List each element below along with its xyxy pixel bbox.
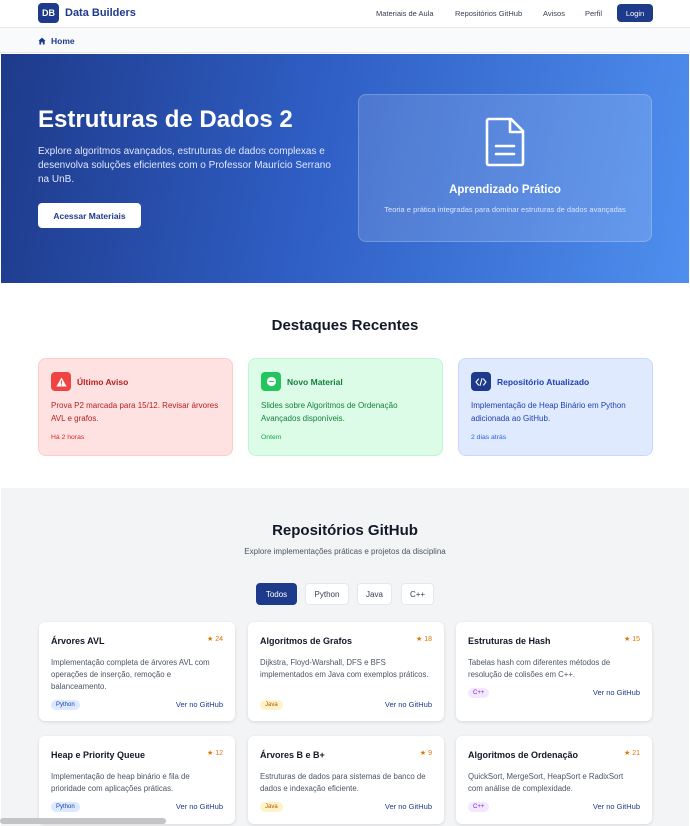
highlight-title: Novo Material xyxy=(287,377,343,387)
highlight-card-aviso[interactable]: Último Aviso Prova P2 marcada para 15/12… xyxy=(38,358,233,456)
hero-card-title: Aprendizado Prático xyxy=(449,184,561,196)
highlights-title: Destaques Recentes xyxy=(271,317,419,334)
star-icon: ★ xyxy=(206,636,214,643)
repo-description: Implementação de heap binário e fila de … xyxy=(51,772,190,793)
highlight-time: 2 dias atrás xyxy=(471,434,507,441)
login-button[interactable]: Login xyxy=(617,4,653,22)
brand-name[interactable]: Data Builders xyxy=(65,7,136,19)
highlight-time: Ontem xyxy=(261,434,282,441)
repo-star-count: 21 xyxy=(632,750,640,757)
highlight-description: Implementação de Heap Binário em Python … xyxy=(471,401,626,423)
logo-badge[interactable]: DB xyxy=(38,3,59,23)
filter-cpp[interactable]: C++ xyxy=(401,583,434,605)
github-link[interactable]: Ver no GitHub xyxy=(593,802,640,811)
highlight-title: Repositório Atualizado xyxy=(497,377,590,387)
github-link[interactable]: Ver no GitHub xyxy=(593,688,640,697)
repo-description: QuickSort, MergeSort, HeapSort e RadixSo… xyxy=(468,772,624,793)
code-icon xyxy=(471,372,491,391)
star-icon: ★ xyxy=(623,636,631,643)
highlight-description: Prova P2 marcada para 15/12. Revisar árv… xyxy=(51,401,219,423)
language-tag: Java xyxy=(260,700,283,710)
chat-bubble-icon xyxy=(261,372,281,391)
github-link[interactable]: Ver no GitHub xyxy=(176,700,223,709)
repo-name: Heap e Priority Queue xyxy=(51,750,146,760)
highlight-title: Último Aviso xyxy=(77,377,129,387)
hero-description: Explore algoritmos avançados, estruturas… xyxy=(38,146,331,185)
home-icon xyxy=(38,37,46,45)
star-icon: ★ xyxy=(206,750,214,757)
repo-stars: ★ 24 xyxy=(207,635,223,643)
repo-star-count: 12 xyxy=(215,750,223,757)
repo-card[interactable]: Algoritmos de Ordenação ★ 21 QuickSort, … xyxy=(456,736,652,824)
repo-name: Árvores B e B+ xyxy=(260,750,325,760)
repo-name: Estruturas de Hash xyxy=(468,636,551,646)
repo-card[interactable]: Árvores AVL ★ 24 Implementação completa … xyxy=(39,622,235,721)
repo-card[interactable]: Heap e Priority Queue ★ 12 Implementação… xyxy=(39,736,235,824)
language-tag: C++ xyxy=(468,802,490,812)
repo-stars: ★ 21 xyxy=(624,749,640,757)
repo-stars: ★ 12 xyxy=(207,749,223,757)
repo-stars: ★ 18 xyxy=(416,635,432,643)
nav-link-perfil[interactable]: Perfil xyxy=(585,9,602,18)
repo-star-count: 9 xyxy=(428,750,432,757)
language-tag: C++ xyxy=(468,688,490,698)
access-materials-button[interactable]: Acessar Materiais xyxy=(38,203,141,228)
language-tag: Python xyxy=(51,802,80,812)
repo-name: Árvores AVL xyxy=(51,636,105,646)
github-link[interactable]: Ver no GitHub xyxy=(385,700,432,709)
repo-description: Estruturas de dados para sistemas de ban… xyxy=(260,772,426,793)
repo-star-count: 24 xyxy=(215,636,223,643)
repo-card[interactable]: Algoritmos de Grafos ★ 18 Dijkstra, Floy… xyxy=(248,622,444,721)
document-icon xyxy=(485,117,525,167)
filter-java[interactable]: Java xyxy=(357,583,392,605)
repo-description: Implementação completa de árvores AVL co… xyxy=(51,658,210,691)
repo-name: Algoritmos de Ordenação xyxy=(468,750,579,760)
repo-star-count: 18 xyxy=(424,636,432,643)
filter-python[interactable]: Python xyxy=(305,583,349,605)
alert-triangle-icon xyxy=(51,372,71,391)
breadcrumb-home[interactable]: Home xyxy=(51,36,75,46)
star-icon: ★ xyxy=(415,636,423,643)
repo-description: Tabelas hash com diferentes métodos de r… xyxy=(468,658,611,679)
repo-card[interactable]: Árvores B e B+ ★ 9 Estruturas de dados p… xyxy=(248,736,444,824)
repo-stars: ★ 9 xyxy=(420,749,432,757)
nav-link-avisos[interactable]: Avisos xyxy=(543,9,565,18)
horizontal-scrollbar[interactable] xyxy=(0,818,166,824)
star-icon: ★ xyxy=(419,750,427,757)
github-title: Repositórios GitHub xyxy=(272,522,418,539)
language-tag: Python xyxy=(51,700,80,710)
repo-stars: ★ 15 xyxy=(624,635,640,643)
highlight-description: Slides sobre Algoritmos de Ordenação Ava… xyxy=(261,401,398,423)
highlight-card-repositorio[interactable]: Repositório Atualizado Implementação de … xyxy=(458,358,653,456)
nav-link-materiais[interactable]: Materiais de Aula xyxy=(376,9,434,18)
github-link[interactable]: Ver no GitHub xyxy=(385,802,432,811)
star-icon: ★ xyxy=(623,750,631,757)
navbar: DB Data Builders Materiais de Aula Repos… xyxy=(0,0,690,28)
repo-description: Dijkstra, Floyd-Warshall, DFS e BFS impl… xyxy=(260,658,429,679)
language-tag: Java xyxy=(260,802,283,812)
hero-card-description: Teoria e prática integradas para dominar… xyxy=(384,205,626,214)
repo-star-count: 15 xyxy=(632,636,640,643)
repo-name: Algoritmos de Grafos xyxy=(260,636,353,646)
github-link[interactable]: Ver no GitHub xyxy=(176,802,223,811)
nav-link-repositorios[interactable]: Repositórios GitHub xyxy=(455,9,522,18)
highlight-time: Há 2 horas xyxy=(51,434,85,441)
highlight-card-material[interactable]: Novo Material Slides sobre Algoritmos de… xyxy=(248,358,443,456)
github-subtitle: Explore implementações práticas e projet… xyxy=(244,547,446,556)
filter-todos[interactable]: Todos xyxy=(256,583,297,605)
repo-card[interactable]: Estruturas de Hash ★ 15 Tabelas hash com… xyxy=(456,622,652,721)
breadcrumb: Home xyxy=(0,28,690,53)
hero-title: Estruturas de Dados 2 xyxy=(38,106,293,133)
